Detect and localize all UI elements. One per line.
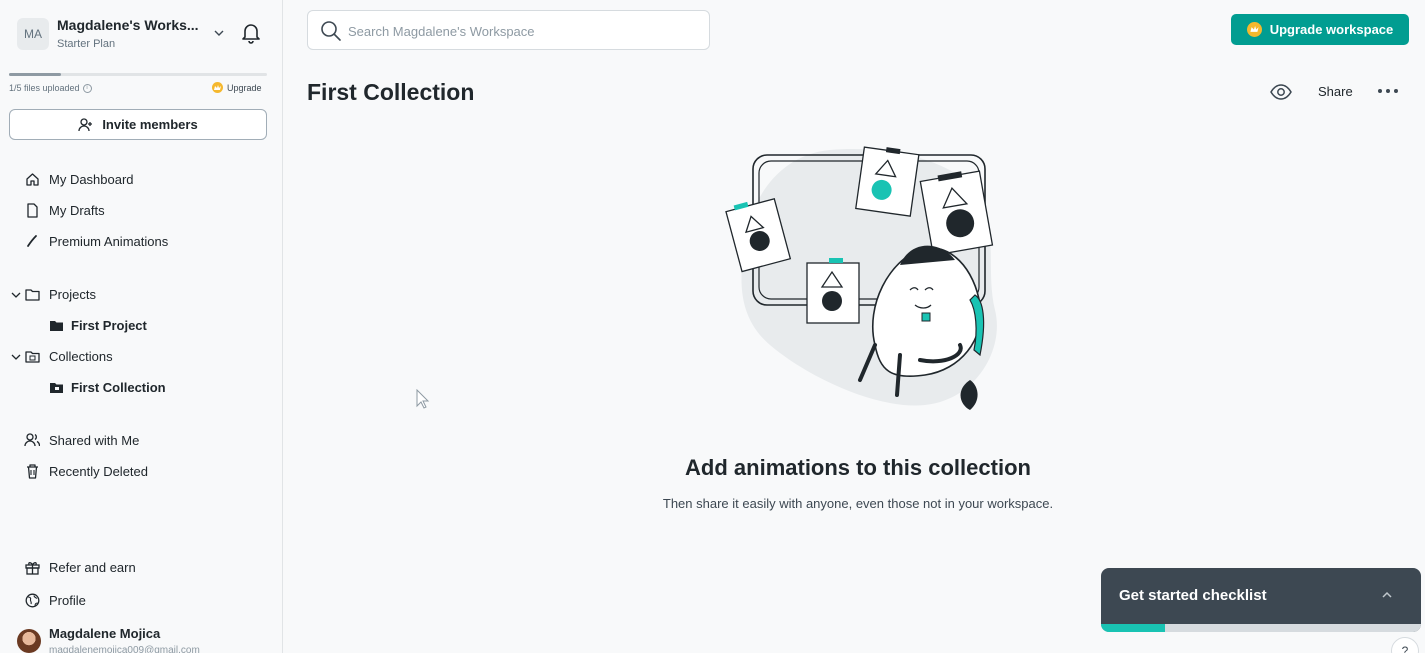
share-button[interactable]: Share <box>1318 84 1353 99</box>
invite-members-label: Invite members <box>102 117 198 132</box>
sidebar-item-shared[interactable]: Shared with Me <box>24 429 139 451</box>
sidebar-item-refer[interactable]: Refer and earn <box>24 556 136 578</box>
user-email: magdalenemojica009@gmail.com <box>49 645 200 653</box>
chevron-up-icon[interactable] <box>1380 588 1394 602</box>
collection-filled-icon <box>49 379 63 395</box>
sidebar-item-collections[interactable]: Collections <box>24 345 113 367</box>
sidebar-item-label: First Collection <box>71 379 166 395</box>
get-started-checklist[interactable]: Get started checklist <box>1101 568 1421 632</box>
user-account[interactable]: Magdalene Mojica magdalenemojica009@gmai… <box>17 625 267 653</box>
folder-icon <box>24 286 40 302</box>
add-user-icon <box>78 117 93 131</box>
search-input[interactable] <box>348 20 688 42</box>
files-progress-bar <box>9 73 267 76</box>
empty-state-subtitle: Then share it easily with anyone, even t… <box>662 496 1054 511</box>
sidebar-item-drafts[interactable]: My Drafts <box>24 199 105 221</box>
checklist-progress-bar <box>1101 624 1421 632</box>
workspace-switcher[interactable]: MA Magdalene's Works... Starter Plan <box>17 16 267 52</box>
avatar <box>17 629 41 653</box>
pen-icon <box>24 233 40 249</box>
users-icon <box>24 432 40 448</box>
sidebar-item-label: My Drafts <box>49 202 105 218</box>
files-uploaded-label: 1/5 files uploaded <box>9 83 80 93</box>
chevron-down-icon[interactable] <box>212 26 226 40</box>
sidebar: MA Magdalene's Works... Starter Plan 1/5… <box>0 0 283 653</box>
gift-icon <box>24 559 40 575</box>
sidebar-item-premium[interactable]: Premium Animations <box>24 230 168 252</box>
sidebar-item-label: Collections <box>49 348 113 364</box>
crown-icon <box>212 82 223 93</box>
empty-collection-illustration <box>725 146 997 410</box>
sidebar-item-first-collection[interactable]: First Collection <box>49 376 166 398</box>
upgrade-workspace-button[interactable]: Upgrade workspace <box>1231 14 1409 45</box>
search-icon <box>321 21 341 41</box>
files-uploaded-info: 1/5 files uploaded i <box>9 83 92 93</box>
bell-icon[interactable] <box>241 22 261 44</box>
eye-icon[interactable] <box>1270 82 1292 102</box>
sidebar-item-label: Refer and earn <box>49 559 136 575</box>
file-icon <box>24 202 40 218</box>
sidebar-item-label: First Project <box>71 317 147 333</box>
checklist-label: Get started checklist <box>1119 587 1267 604</box>
collection-folder-icon <box>24 348 40 364</box>
upgrade-workspace-label: Upgrade workspace <box>1269 22 1394 37</box>
sidebar-item-label: Profile <box>49 592 86 608</box>
chevron-down-icon[interactable] <box>10 289 22 301</box>
checklist-progress-fill <box>1101 624 1165 632</box>
crown-icon <box>1246 22 1262 37</box>
workspace-name: Magdalene's Works... <box>57 17 199 33</box>
globe-icon <box>24 592 40 608</box>
sidebar-item-projects[interactable]: Projects <box>24 283 96 305</box>
workspace-plan: Starter Plan <box>57 38 116 50</box>
folder-filled-icon <box>49 317 63 333</box>
sidebar-item-deleted[interactable]: Recently Deleted <box>24 460 148 482</box>
sidebar-item-label: Shared with Me <box>49 432 140 448</box>
sidebar-item-label: Recently Deleted <box>49 463 148 479</box>
sidebar-item-label: Projects <box>49 286 96 302</box>
home-icon <box>24 171 40 187</box>
more-options-icon[interactable] <box>1378 89 1400 95</box>
search-bar[interactable] <box>307 10 710 50</box>
chevron-down-icon[interactable] <box>10 351 22 363</box>
user-name: Magdalene Mojica <box>49 626 161 641</box>
sidebar-item-label: My Dashboard <box>49 171 134 187</box>
trash-icon <box>24 463 40 479</box>
info-icon[interactable]: i <box>82 83 92 93</box>
sidebar-item-dashboard[interactable]: My Dashboard <box>24 168 134 190</box>
invite-members-button[interactable]: Invite members <box>9 109 267 140</box>
empty-state-title: Add animations to this collection <box>685 455 1031 480</box>
sidebar-item-first-project[interactable]: First Project <box>49 314 147 336</box>
upgrade-label: Upgrade <box>227 82 262 93</box>
help-icon[interactable]: ? <box>1391 637 1419 653</box>
sidebar-item-label: Premium Animations <box>49 233 169 249</box>
files-progress-fill <box>9 73 61 76</box>
sidebar-item-profile[interactable]: Profile <box>24 589 86 611</box>
upgrade-link[interactable]: Upgrade <box>212 82 262 93</box>
mouse-cursor-icon <box>416 389 430 409</box>
workspace-avatar: MA <box>17 18 49 50</box>
page-title: First Collection <box>307 79 475 105</box>
